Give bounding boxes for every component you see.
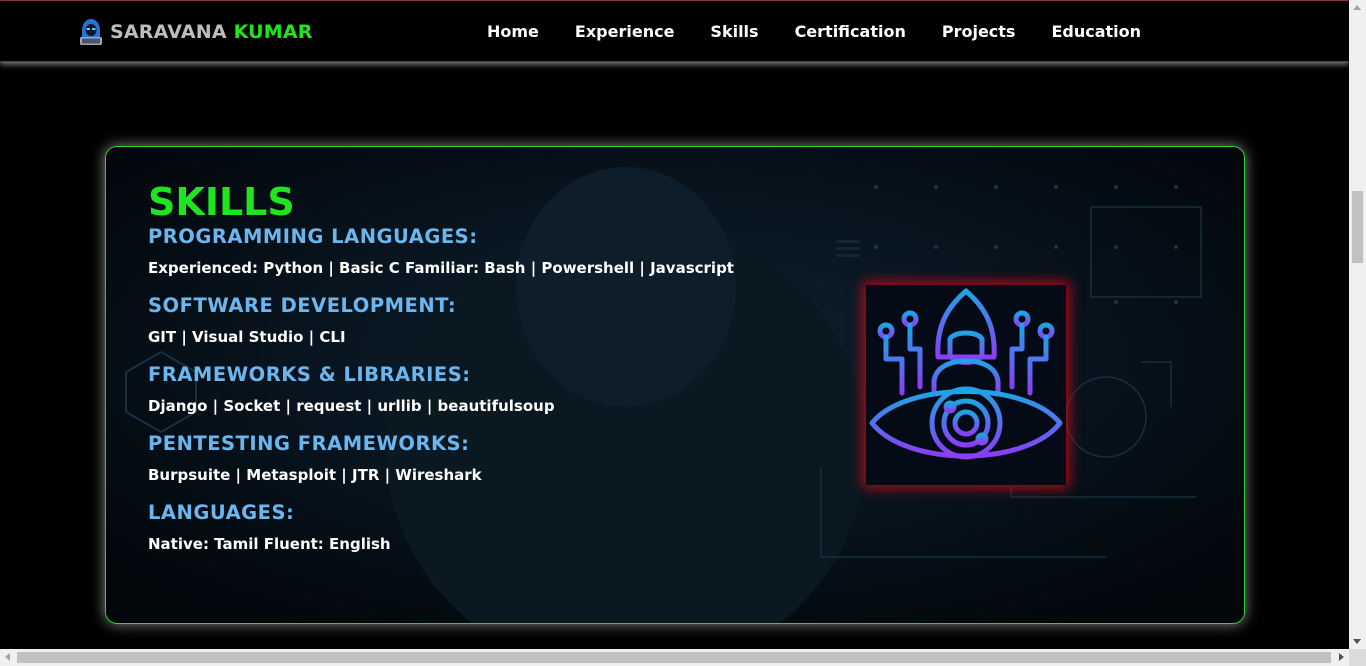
brand[interactable]: SARAVANA KUMAR	[78, 17, 313, 47]
category-items: Native: Tamil Fluent: English	[148, 535, 391, 553]
skills-illustration	[866, 285, 1066, 485]
brand-accent-name: KUMAR	[233, 21, 313, 43]
nav-skills[interactable]: Skills	[710, 22, 758, 41]
category-items: Django | Socket | request | urllib | bea…	[148, 397, 555, 415]
hacker-avatar-icon	[80, 19, 102, 45]
brand-first-name: SARAVANA	[110, 21, 234, 43]
skills-card: SKILLS PROGRAMMING LANGUAGES: Experience…	[105, 146, 1245, 624]
scroll-up-icon[interactable]	[1353, 5, 1361, 10]
nav-experience[interactable]: Experience	[575, 22, 675, 41]
category-title: SOFTWARE DEVELOPMENT:	[148, 294, 457, 317]
nav-menu: Home Experience Skills Certification Pro…	[487, 22, 1177, 41]
nav-education[interactable]: Education	[1051, 22, 1141, 41]
category-title: PROGRAMMING LANGUAGES:	[148, 225, 478, 248]
category-items: Experienced: Python | Basic C Familiar: …	[148, 259, 734, 277]
scrollbar-corner	[1349, 649, 1366, 666]
scroll-down-icon[interactable]	[1353, 639, 1361, 644]
section-title: SKILLS	[148, 180, 295, 224]
nav-projects[interactable]: Projects	[942, 22, 1016, 41]
category-title: PENTESTING FRAMEWORKS:	[148, 432, 470, 455]
cyber-eye-hacker-icon	[869, 288, 1063, 460]
brand-name: SARAVANA KUMAR	[110, 21, 313, 43]
scroll-left-icon[interactable]	[5, 653, 10, 661]
category-items: Burpsuite | Metasploit | JTR | Wireshark	[148, 466, 482, 484]
skills-content: SKILLS PROGRAMMING LANGUAGES: Experience…	[148, 179, 734, 570]
horizontal-scrollbar[interactable]	[0, 649, 1349, 666]
nav-certification[interactable]: Certification	[795, 22, 906, 41]
category-title: FRAMEWORKS & LIBRARIES:	[148, 363, 471, 386]
category-title: LANGUAGES:	[148, 501, 295, 524]
category-items: GIT | Visual Studio | CLI	[148, 328, 346, 346]
navbar: SARAVANA KUMAR Home Experience Skills Ce…	[0, 1, 1349, 62]
horizontal-scroll-thumb[interactable]	[17, 652, 1331, 663]
vertical-scroll-thumb[interactable]	[1352, 191, 1363, 263]
nav-home[interactable]: Home	[487, 22, 539, 41]
scroll-right-icon[interactable]	[1339, 653, 1344, 661]
vertical-scrollbar[interactable]	[1349, 0, 1366, 649]
